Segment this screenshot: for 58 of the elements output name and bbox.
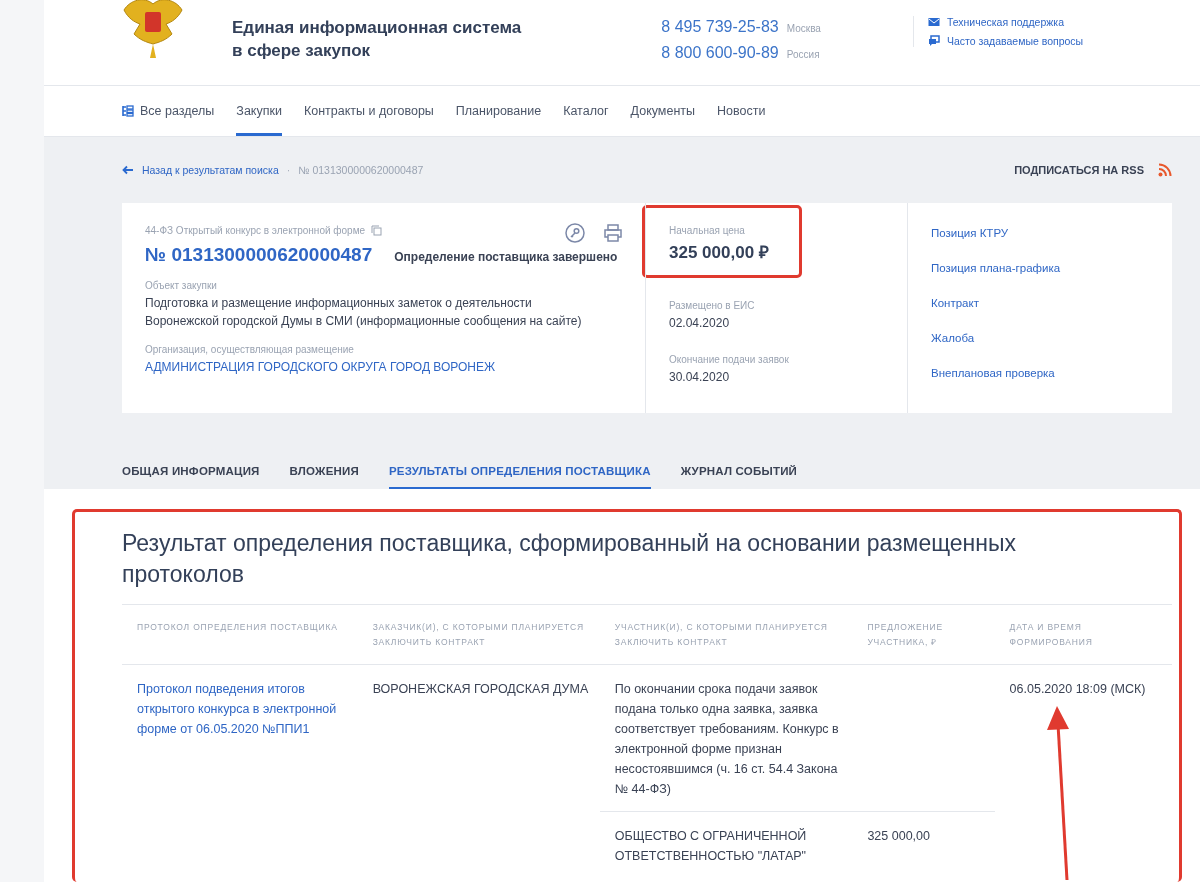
section-tab[interactable]: ЖУРНАЛ СОБЫТИЙ bbox=[680, 465, 798, 489]
key-icon[interactable] bbox=[565, 223, 585, 243]
breadcrumb-separator: · bbox=[286, 164, 291, 176]
nav-tab[interactable]: Все разделы bbox=[122, 86, 215, 136]
field-label: Организация, осуществляющая размещение bbox=[145, 344, 355, 355]
purchase-type: 44-ФЗ Открытый конкурс в электронной форме bbox=[145, 225, 366, 236]
section-tab[interactable]: ВЛОЖЕНИЯ bbox=[289, 465, 359, 489]
price-value: 325 000,00 ₽ bbox=[669, 242, 770, 263]
back-arrow-icon bbox=[122, 165, 134, 175]
column-header: ЗАКАЗЧИК(И), С КОТОРЫМИ ПЛАНИРУЕТСЯ ЗАКЛЮЧИТЬ КОНТРАКТ bbox=[357, 604, 600, 665]
results-title: Результат определения поставщика, сформированный на основании размещенных протоколов bbox=[122, 529, 1018, 589]
date-label: Окончание подачи заявок bbox=[669, 354, 790, 365]
rss-link[interactable]: ПОДПИСАТЬСЯ НА RSS bbox=[1014, 164, 1144, 176]
mail-icon bbox=[927, 16, 940, 28]
phone-region: Россия bbox=[786, 49, 820, 60]
header-link[interactable]: Техническая поддержка bbox=[946, 16, 1064, 28]
side-link[interactable]: Позиция КТРУ bbox=[931, 227, 1061, 239]
print-icon[interactable] bbox=[603, 223, 623, 243]
customer-cell: ВОРОНЕЖСКАЯ ГОРОДСКАЯ ДУМА bbox=[372, 682, 589, 696]
purchase-status: Определение поставщика завершено bbox=[394, 250, 618, 264]
breadcrumb-current: № 0131300000620000487 bbox=[298, 164, 424, 176]
sections-icon bbox=[122, 105, 134, 117]
side-link[interactable]: Жалоба bbox=[931, 332, 1061, 344]
nav-tab[interactable]: Каталог bbox=[563, 86, 609, 136]
header-link[interactable]: Часто задаваемые вопросы bbox=[946, 35, 1084, 47]
date-value: 30.04.2020 bbox=[669, 369, 730, 386]
nav-tab[interactable]: Документы bbox=[630, 86, 696, 136]
copy-icon[interactable] bbox=[371, 225, 383, 236]
date-label: Размещено в ЕИС bbox=[669, 300, 756, 311]
side-link[interactable]: Контракт bbox=[931, 297, 1061, 309]
back-link[interactable]: Назад к результатам поиска bbox=[122, 164, 279, 176]
date-cell: 06.05.2020 18:09 (МСК) bbox=[1009, 682, 1146, 696]
field-label: Объект закупки bbox=[145, 280, 218, 291]
purchase-number: № 0131300000620000487 bbox=[145, 244, 373, 266]
column-header: ПРЕДЛОЖЕНИЕ УЧАСТНИКА, ₽ bbox=[852, 604, 995, 665]
phone-region: Москва bbox=[786, 23, 821, 34]
column-header: ПРОТОКОЛ ОПРЕДЕЛЕНИЯ ПОСТАВЩИКА bbox=[122, 604, 358, 665]
column-header: УЧАСТНИК(И), С КОТОРЫМИ ПЛАНИРУЕТСЯ ЗАКЛЮЧИТЬ КОНТРАКТ bbox=[599, 604, 853, 665]
phone-number[interactable]: 8 495 739-25-83 bbox=[661, 18, 779, 36]
side-link[interactable]: Позиция плана-графика bbox=[931, 262, 1061, 274]
date-value: 02.04.2020 bbox=[669, 315, 730, 332]
side-link[interactable]: Внеплановая проверка bbox=[931, 367, 1061, 379]
organization-link[interactable]: АДМИНИСТРАЦИЯ ГОРОДСКОГО ОКРУГА ГОРОД ВОРОНЕЖ bbox=[145, 358, 585, 376]
nav-tab[interactable]: Контракты и договоры bbox=[303, 86, 434, 136]
price-label: Начальная цена bbox=[669, 225, 746, 236]
nav-tab[interactable]: Новости bbox=[717, 86, 766, 136]
column-header: ДАТА И ВРЕМЯ ФОРМИРОВАНИЯ bbox=[994, 604, 1172, 665]
field-value: Подготовка и размещение информационных заметок о деятельности Воронежской городской Думы в СМИ (информационные сообщения на сайте) bbox=[145, 295, 583, 330]
participant-cell: ОБЩЕСТВО С ОГРАНИЧЕННОЙ ОТВЕТСТВЕННОСТЬЮ "ЛАТАР" bbox=[614, 829, 807, 863]
protocol-link[interactable]: Протокол подведения итогов открытого конкурса в электронной форме от 06.05.2020 №ППИ1 bbox=[137, 679, 350, 739]
section-tab[interactable]: ОБЩАЯ ИНФОРМАЦИЯ bbox=[122, 465, 260, 489]
chat-icon bbox=[927, 35, 940, 47]
participant-cell: По окончании срока подачи заявок подана только одна заявка, заявка соответствует требованиям. Конкурс в электронной форме признан несостоявшимся (ч. 16 ст. 54.4 Закона № 44-ФЗ) bbox=[614, 682, 839, 796]
offer-cell: 325 000,00 bbox=[867, 829, 930, 843]
site-title: Единая информационная система в сфере закупок bbox=[232, 17, 522, 62]
nav-tab[interactable]: Планирование bbox=[455, 86, 542, 136]
rss-icon[interactable] bbox=[1158, 163, 1172, 177]
phone-number[interactable]: 8 800 600-90-89 bbox=[661, 44, 779, 62]
